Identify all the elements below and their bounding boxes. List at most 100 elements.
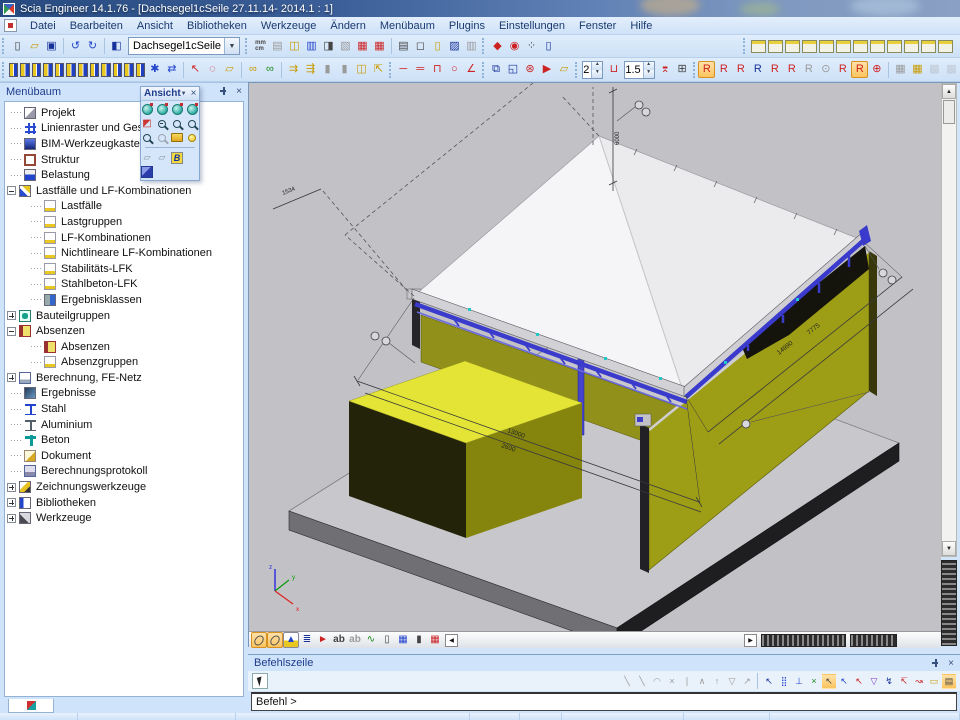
render-color-icon[interactable]: ▦ <box>909 61 926 78</box>
rotate-icon[interactable]: ▮ <box>336 61 353 78</box>
tree-item-projekt[interactable]: Projekt <box>5 105 243 121</box>
profile-rib-icon[interactable] <box>78 63 88 77</box>
window-layout-icon-9[interactable] <box>887 40 902 53</box>
compress-icon[interactable]: ⌆ <box>657 61 674 78</box>
profile-beam-icon[interactable] <box>20 63 30 77</box>
display-model-icon[interactable]: R <box>800 61 817 78</box>
window-layout-icon-3[interactable] <box>785 40 800 53</box>
window-layout-icon-2[interactable] <box>768 40 783 53</box>
render-gray-2-icon[interactable]: ▩ <box>943 61 960 78</box>
display-labels-icon[interactable]: R <box>732 61 749 78</box>
toolbar-grip[interactable] <box>482 62 486 78</box>
layout-manager-icon[interactable]: ▥ <box>463 38 480 55</box>
display-rendering-icon[interactable]: R <box>851 61 868 78</box>
point-grid2-icon[interactable]: ✱ <box>146 61 163 78</box>
deselect-icon[interactable]: ▱ <box>221 61 238 78</box>
mesh-refine-icon[interactable]: ▦ <box>427 632 443 648</box>
snap-intersection-icon[interactable]: ↖ <box>852 674 866 689</box>
menu-fenster[interactable]: Fenster <box>572 18 623 34</box>
units-mm-cm-icon[interactable]: mmcm <box>252 38 269 55</box>
tree-item-beton[interactable]: Beton <box>5 432 243 448</box>
snap-segment-icon[interactable]: ∣ <box>680 674 694 689</box>
pin-icon[interactable] <box>219 87 228 96</box>
toolbar-grip[interactable] <box>389 62 393 78</box>
collapse-left-icon[interactable]: ◀ <box>445 634 458 647</box>
rotate-wheel-horizontal-2[interactable] <box>850 634 897 647</box>
tree-item-dokument[interactable]: Dokument <box>5 448 243 464</box>
new-icon[interactable]: ▯ <box>9 38 26 55</box>
tree-item-bibliotheken[interactable]: Bibliotheken <box>5 495 243 511</box>
display-axes-icon[interactable]: ⊙ <box>817 61 834 78</box>
scrollbar-thumb[interactable] <box>943 100 955 124</box>
title-bar[interactable]: Scia Engineer 14.1.76 - [Dachsegel1cSeil… <box>0 0 960 17</box>
tree-item-zeichnungswerkzeuge[interactable]: Zeichnungswerkzeuge <box>5 479 243 495</box>
scroll-up-icon[interactable]: ▲ <box>942 84 956 99</box>
profile-frame-icon[interactable] <box>136 63 146 77</box>
snap-endpoint-icon[interactable]: ↖ <box>822 674 836 689</box>
snap-orthogonal-icon[interactable]: ▽ <box>867 674 881 689</box>
profile-slab-icon[interactable] <box>66 63 76 77</box>
redo-view-icon[interactable]: ▱ <box>156 151 169 164</box>
zoom-window-icon[interactable] <box>186 117 199 130</box>
pin-icon[interactable] <box>931 659 940 668</box>
snap-delete-icon[interactable]: × <box>665 674 679 689</box>
tree-item-berechnung[interactable]: Berechnung, FE-Netz <box>5 370 243 386</box>
expand-expander[interactable] <box>7 498 16 507</box>
zoom-out-icon[interactable] <box>171 117 184 130</box>
multicopy-icon[interactable]: ⇶ <box>302 61 319 78</box>
draw-line-icon[interactable]: ─ <box>395 61 412 78</box>
spinner-arrows[interactable]: ▲▼ <box>643 62 654 78</box>
merge-icon[interactable]: ◱ <box>505 61 522 78</box>
profile-purlin-icon[interactable] <box>124 63 134 77</box>
tree-item-belastung[interactable]: Belastung <box>5 167 243 183</box>
snap-arc-icon[interactable]: ╲ <box>635 674 649 689</box>
render-mode-icon[interactable]: ◩ <box>141 117 154 130</box>
vertical-scrollbar[interactable]: ▲ ▼ <box>941 83 957 557</box>
tree-item-linienraster[interactable]: Linienraster und Geschosse <box>5 121 243 137</box>
fly-mode-icon[interactable]: ▶ <box>539 61 556 78</box>
tree-item-absenzgruppen[interactable]: Absenzgruppen <box>5 355 243 371</box>
tree-item-ergebnisse[interactable]: Ergebnisse <box>5 386 243 402</box>
profile-column-icon[interactable] <box>9 63 19 77</box>
command-input[interactable]: Befehl > <box>251 692 957 711</box>
select-lasso-icon[interactable]: ◌ <box>204 61 221 78</box>
tree-panel-header[interactable]: Menübaum × <box>0 83 248 100</box>
xml-document-icon[interactable]: ▥ <box>303 38 320 55</box>
3d-viewport[interactable]: 13000 2600 14990 7775 1534 <box>249 83 941 631</box>
window-layout-icon-1[interactable] <box>751 40 766 53</box>
snap-percentage-icon[interactable]: ↝ <box>912 674 926 689</box>
label-abc-2-icon[interactable]: ab <box>347 632 363 648</box>
gallery-icon[interactable]: ▤ <box>269 38 286 55</box>
mesh-icon[interactable]: ▦ <box>395 632 411 648</box>
open-icon[interactable]: ▱ <box>26 38 43 55</box>
hotspot-icon[interactable]: ⊛ <box>522 61 539 78</box>
tree-item-lastgruppen[interactable]: Lastgruppen <box>5 214 243 230</box>
rotate-wheel-vertical[interactable] <box>941 560 957 646</box>
render-dark-icon[interactable]: ▮ <box>411 632 427 648</box>
tree-item-werkzeuge[interactable]: Werkzeuge <box>5 510 243 526</box>
snap-tangent-icon[interactable]: ↯ <box>882 674 896 689</box>
menu-menuebaum[interactable]: Menübaum <box>373 18 442 34</box>
display-nodes-icon[interactable]: R <box>749 61 766 78</box>
display-members-icon[interactable]: R <box>766 61 783 78</box>
table-results-icon[interactable]: ▦ <box>371 38 388 55</box>
spinner-arrows[interactable]: ▲▼ <box>591 62 602 78</box>
tree-item-bauteilgruppen[interactable]: Bauteilgruppen <box>5 308 243 324</box>
collapse-expander[interactable] <box>7 327 16 336</box>
profile-plate-icon[interactable] <box>32 63 42 77</box>
menu-aendern[interactable]: Ändern <box>323 18 372 34</box>
view-axo-icon[interactable] <box>186 103 199 116</box>
zoom-in-icon[interactable] <box>156 117 169 130</box>
render-gray-1-icon[interactable]: ▩ <box>926 61 943 78</box>
zoom-all-icon[interactable] <box>156 131 169 144</box>
tree-item-aluminium[interactable]: Aluminium <box>5 417 243 433</box>
expand-expander[interactable] <box>7 483 16 492</box>
tree-item-nichtlineare-lf[interactable]: Nichtlineare LF-Kombinationen <box>5 245 243 261</box>
menu-bibliotheken[interactable]: Bibliotheken <box>180 18 254 34</box>
window-layout-icon-12[interactable] <box>938 40 953 53</box>
export-folder-icon[interactable]: ▱ <box>556 61 573 78</box>
add-marker-icon[interactable]: ⊕ <box>868 61 885 78</box>
pan-right-icon[interactable]: ▶ <box>744 634 757 647</box>
window-layout-icon-7[interactable] <box>853 40 868 53</box>
tree-item-absenzen[interactable]: Absenzen <box>5 339 243 355</box>
